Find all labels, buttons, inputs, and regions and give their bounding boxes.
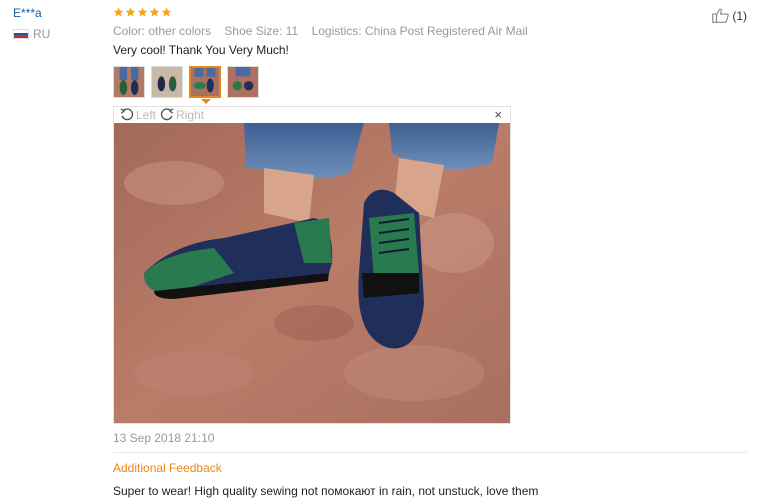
star-rating [113, 7, 173, 18]
attr-logistics: Logistics: China Post Registered Air Mai… [311, 24, 528, 38]
selected-thumbnail-pointer [201, 99, 211, 104]
russia-flag-icon [13, 29, 29, 39]
reviewer-country: RU [13, 27, 50, 41]
photo-thumbnail-selected[interactable] [189, 66, 221, 98]
rotate-right-button[interactable]: Right [160, 108, 204, 122]
star-icon [113, 7, 124, 18]
review-photo [114, 123, 510, 423]
rotate-left-button[interactable]: Left [120, 108, 156, 122]
reviewer-name[interactable]: E***a [13, 6, 42, 20]
helpful-count: (1) [732, 8, 747, 23]
star-icon [149, 7, 160, 18]
attr-color: Color: other colors [113, 24, 212, 38]
close-icon[interactable]: × [494, 107, 502, 122]
country-code: RU [33, 27, 51, 41]
star-icon [125, 7, 136, 18]
viewer-toolbar: Left Right × [114, 107, 510, 123]
additional-feedback-label: Additional Feedback [113, 461, 222, 475]
additional-feedback-text: Super to wear! High quality sewing not п… [113, 484, 539, 498]
star-icon [137, 7, 148, 18]
rotate-right-icon [160, 108, 174, 121]
photo-thumbnail[interactable] [113, 66, 145, 98]
divider [113, 452, 747, 453]
photo-viewer: Left Right × [113, 106, 511, 424]
photo-thumbnail[interactable] [151, 66, 183, 98]
photo-thumbnail[interactable] [227, 66, 259, 98]
rotate-left-label: Left [136, 108, 157, 122]
attr-shoe-size: Shoe Size: 11 [224, 24, 299, 38]
rotate-right-label: Right [176, 108, 205, 122]
thumbs-up-icon [712, 8, 730, 23]
review-date: 13 Sep 2018 21:10 [113, 431, 215, 445]
star-icon [161, 7, 172, 18]
product-attributes: Color: other colors Shoe Size: 11 Logist… [113, 24, 538, 38]
rotate-left-icon [120, 108, 134, 121]
review-text: Very cool! Thank You Very Much! [113, 43, 289, 57]
photo-thumbnails [113, 66, 265, 98]
helpful-button[interactable]: (1) [712, 8, 747, 23]
